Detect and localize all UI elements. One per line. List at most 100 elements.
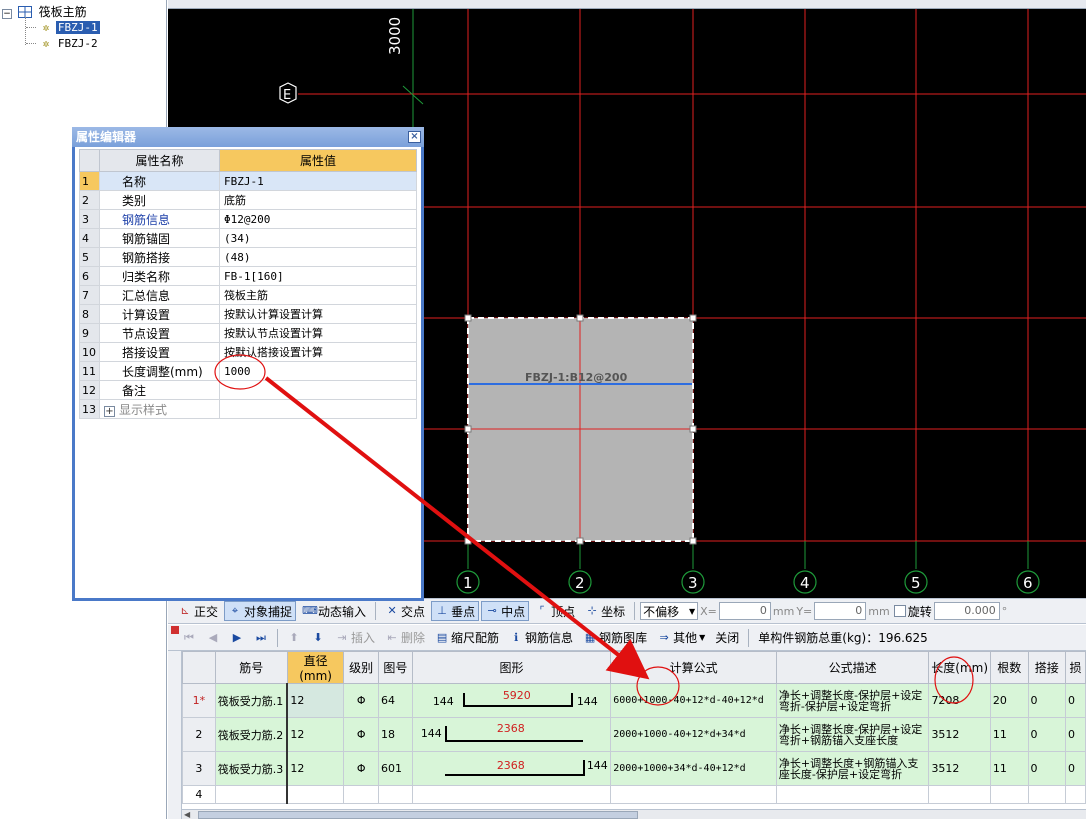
bar-no-cell[interactable]: 筏板受力筋.1	[214, 683, 288, 718]
loss-cell[interactable]: 0	[1065, 751, 1086, 786]
shape-cell[interactable]: 144 5920 144	[411, 683, 612, 718]
property-value[interactable]: Φ12@200	[219, 209, 417, 229]
scroll-left-icon[interactable]: ◀	[184, 810, 190, 819]
perpendicular-snap-button[interactable]: ⊥ 垂点	[431, 601, 480, 621]
property-value[interactable]: 按默认搭接设置计算	[219, 342, 417, 362]
property-row[interactable]: 9 节点设置 按默认节点设置计算	[79, 323, 417, 343]
close-grid-icon[interactable]	[171, 626, 179, 634]
formula-cell[interactable]: 2000+1000+34*d-40+12*d	[610, 751, 777, 786]
count-cell[interactable]	[989, 785, 1029, 804]
grade-cell[interactable]	[343, 785, 379, 804]
object-snap-button[interactable]: ⌖ 对象捕捉	[224, 601, 297, 621]
property-row[interactable]: 7 汇总信息 筏板主筋	[79, 285, 417, 305]
property-row[interactable]: 13 + 显示样式	[79, 399, 417, 419]
bar-no-cell[interactable]: 筏板受力筋.2	[214, 717, 288, 752]
property-row[interactable]: 6 归类名称 FB-1[160]	[79, 266, 417, 286]
property-row[interactable]: 1 名称 FBZJ-1	[79, 171, 417, 191]
property-row[interactable]: 3 钢筋信息 Φ12@200	[79, 209, 417, 229]
figure-no-cell[interactable]: 18	[377, 717, 413, 752]
formula-desc-cell[interactable]: 净长+调整长度-保护层+设定弯折-保护层+设定弯折	[775, 683, 930, 718]
property-value[interactable]: (34)	[219, 228, 417, 248]
property-row[interactable]: 11 长度调整(mm) 1000	[79, 361, 417, 381]
property-value[interactable]: 按默认计算设置计算	[219, 304, 417, 324]
property-editor-titlebar[interactable]: 属性编辑器 ×	[72, 127, 424, 147]
scale-rebar-button[interactable]: ▤ 缩尺配筋	[431, 628, 503, 648]
lap-cell[interactable]: 0	[1027, 717, 1067, 752]
formula-cell[interactable]: 6000+1000-40+12*d-40+12*d	[610, 683, 777, 718]
expand-icon[interactable]: +	[104, 405, 115, 417]
property-value[interactable]: 底筋	[219, 190, 417, 210]
property-row[interactable]: 2 类别 底筋	[79, 190, 417, 210]
property-value[interactable]: 按默认节点设置计算	[219, 323, 417, 343]
move-up-button[interactable]: ⬆	[283, 628, 305, 648]
scroll-thumb[interactable]	[198, 811, 638, 819]
collapse-icon[interactable]: −	[2, 9, 12, 19]
property-row[interactable]: 5 钢筋搭接 (48)	[79, 247, 417, 267]
count-cell[interactable]: 11	[989, 717, 1029, 752]
grade-cell[interactable]: Φ	[343, 751, 379, 786]
horizontal-scrollbar[interactable]: ◀	[182, 809, 1086, 819]
formula-desc-cell[interactable]	[775, 785, 930, 804]
close-panel-button[interactable]: 关闭	[711, 628, 743, 648]
formula-cell[interactable]: 2000+1000-40+12*d+34*d	[610, 717, 777, 752]
coordinate-snap-button[interactable]: ⊹ 坐标	[581, 601, 629, 621]
formula-desc-cell[interactable]: 净长+调整长度-保护层+设定弯折+钢筋锚入支座长度	[775, 717, 930, 752]
last-record-button[interactable]: ⏭	[250, 628, 272, 648]
figure-no-cell[interactable]	[377, 785, 413, 804]
tree-item-fbzj-2[interactable]: ✲ FBZJ-2	[26, 37, 100, 50]
diameter-cell[interactable]: 12	[286, 751, 345, 786]
length-cell[interactable]: 7208	[928, 683, 991, 718]
ortho-button[interactable]: ⊾ 正交	[174, 601, 222, 621]
property-row[interactable]: 8 计算设置 按默认计算设置计算	[79, 304, 417, 324]
shape-cell[interactable]	[411, 785, 612, 804]
loss-cell[interactable]: 0	[1065, 717, 1086, 752]
property-row[interactable]: 12 备注	[79, 380, 417, 400]
y-input[interactable]: 0	[814, 602, 867, 620]
figure-no-cell[interactable]: 601	[377, 751, 413, 786]
property-row[interactable]: 4 钢筋锚固 (34)	[79, 228, 417, 248]
property-value[interactable]: FBZJ-1	[219, 171, 417, 191]
bar-no-cell[interactable]	[214, 785, 288, 804]
x-input[interactable]: 0	[718, 602, 771, 620]
shape-cell[interactable]: 144 2368	[411, 717, 612, 752]
table-row[interactable]: 3 筏板受力筋.3 12 Φ 601 2368 144 2000+1000+34*d-40+1…	[182, 751, 1086, 786]
lap-cell[interactable]	[1027, 785, 1067, 804]
property-row[interactable]: 10 搭接设置 按默认搭接设置计算	[79, 342, 417, 362]
diameter-cell[interactable]	[286, 785, 345, 804]
table-row[interactable]: 1* 筏板受力筋.1 12 Φ 64 144 5920 144 6000+1000-40+12*…	[182, 683, 1086, 718]
formula-cell[interactable]	[610, 785, 777, 804]
length-cell[interactable]: 3512	[928, 751, 991, 786]
property-value[interactable]	[219, 380, 417, 400]
prev-record-button[interactable]: ◀	[202, 628, 224, 648]
delete-button[interactable]: ⇤ 删除	[381, 628, 429, 648]
dynamic-input-button[interactable]: ⌨ 动态输入	[298, 601, 370, 621]
other-menu-button[interactable]: ⇒ 其他 ▼	[653, 628, 709, 648]
property-value[interactable]: FB-1[160]	[219, 266, 417, 286]
length-cell[interactable]	[928, 785, 991, 804]
first-record-button[interactable]: ⏮	[178, 628, 200, 648]
diameter-cell[interactable]: 12	[286, 683, 345, 718]
rebar-info-button[interactable]: ℹ 钢筋信息	[505, 628, 577, 648]
count-cell[interactable]: 11	[989, 751, 1029, 786]
diameter-cell[interactable]: 12	[286, 717, 345, 752]
figure-no-cell[interactable]: 64	[377, 683, 413, 718]
formula-desc-cell[interactable]: 净长+调整长度+钢筋锚入支座长度-保护层+设定弯折	[775, 751, 930, 786]
property-value[interactable]: 1000	[219, 361, 417, 381]
table-row[interactable]: 2 筏板受力筋.2 12 Φ 18 144 2368 2000+1000-40+12*d+34…	[182, 717, 1086, 752]
loss-cell[interactable]	[1065, 785, 1086, 804]
intersection-snap-button[interactable]: ✕ 交点	[381, 601, 429, 621]
property-value[interactable]: 筏板主筋	[219, 285, 417, 305]
insert-button[interactable]: ⇥ 插入	[331, 628, 379, 648]
shape-cell[interactable]: 2368 144	[411, 751, 612, 786]
length-cell[interactable]: 3512	[928, 717, 991, 752]
count-cell[interactable]: 20	[989, 683, 1029, 718]
tree-root[interactable]: − 筏板主筋	[2, 3, 87, 20]
rebar-library-button[interactable]: ▦ 钢筋图库	[579, 628, 651, 648]
rotate-checkbox[interactable]	[893, 605, 906, 617]
grade-cell[interactable]: Φ	[343, 683, 379, 718]
property-value[interactable]	[219, 399, 417, 419]
next-record-button[interactable]: ▶	[226, 628, 248, 648]
offset-select[interactable]: 不偏移 ▼	[640, 602, 699, 620]
bar-no-cell[interactable]: 筏板受力筋.3	[214, 751, 288, 786]
lap-cell[interactable]: 0	[1027, 683, 1067, 718]
